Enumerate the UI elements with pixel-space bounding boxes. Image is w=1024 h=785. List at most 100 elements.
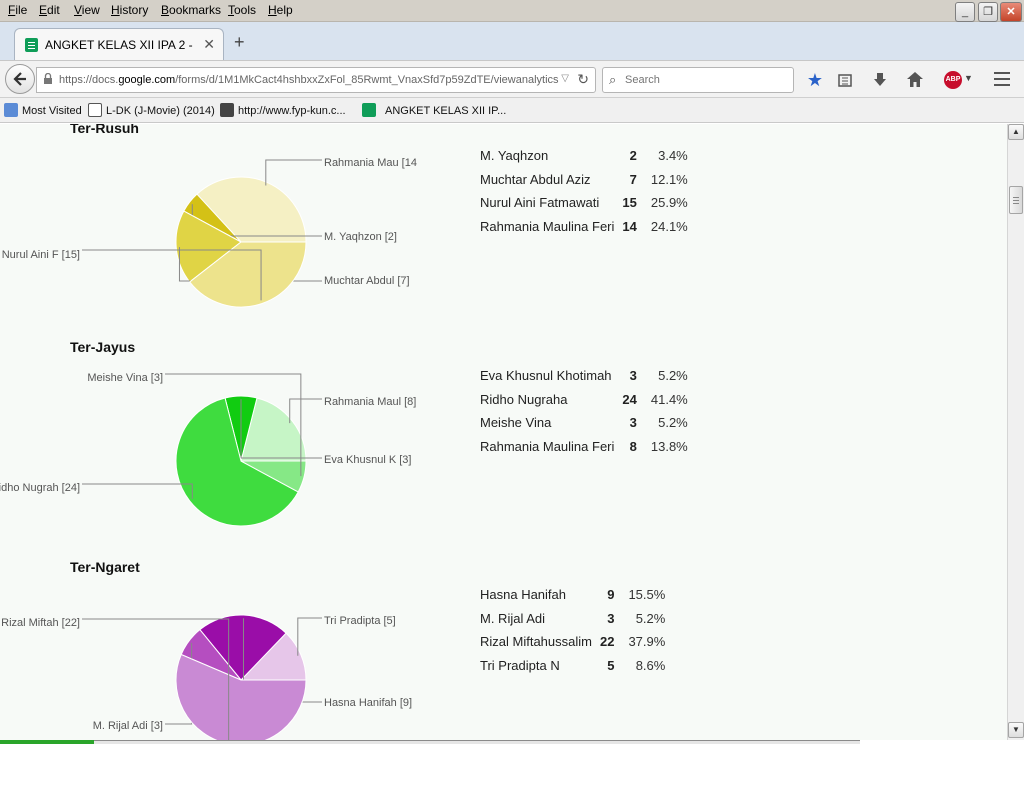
cell-count: 2 — [629, 148, 637, 164]
cell-pct: 12.1% — [650, 171, 688, 187]
restore-button[interactable]: ❐ — [978, 2, 998, 22]
tab-strip: ANGKET KELAS XII IPA 2 - Go... ✕ + — [0, 22, 1024, 60]
cell-count: 9 — [607, 587, 615, 603]
cell-name: Ridho Nugraha — [480, 391, 568, 407]
cell-name: Tri Pradipta N — [480, 657, 560, 673]
pie-chart-ter-jayus: Rahmania Maul [8] Eva Khusnul K [3] Ridho … — [0, 372, 416, 527]
cell-count: 24 — [622, 391, 637, 407]
search-bar[interactable]: ⌕ — [602, 67, 794, 93]
lock-icon — [44, 73, 52, 84]
navigation-bar: https://docs.google.com/forms/d/1M1MkCac… — [0, 60, 1024, 98]
vertical-scrollbar[interactable]: ▲ ▼ — [1007, 124, 1024, 740]
table-row: Eva Khusnul Khotimah 3 5.2% — [480, 364, 688, 388]
cell-pct: 5.2% — [658, 368, 688, 384]
bookmarks-bar: Most Visited L-DK (J-Movie) (2014) http:… — [0, 98, 1024, 123]
menu-help[interactable]: Help — [268, 3, 293, 17]
pie-slice-label: Hasna Hanifah [9] — [324, 697, 412, 709]
bookmark-ldk[interactable]: L-DK (J-Movie) (2014) — [88, 103, 215, 117]
menu-edit[interactable]: Edit — [39, 3, 60, 17]
table-row: Rahmania Maulina Feri 8 13.8% — [480, 435, 688, 459]
cell-pct: 3.4% — [658, 148, 688, 164]
scrollbar-thumb[interactable] — [1009, 186, 1023, 214]
cell-count: 15 — [622, 195, 637, 211]
reload-icon[interactable]: ↻ — [577, 71, 589, 88]
pie-slice-label: Rahmania Maul [8] — [324, 396, 416, 408]
response-table-ter-ngaret: Hasna Hanifah 9 15.5% M. Rijal Adi 3 5.2% Riza… — [480, 583, 665, 677]
most-visited-icon — [4, 103, 18, 117]
bookmark-fyp-kun[interactable]: http://www.fyp-kun.c... — [220, 103, 346, 117]
chevron-down-icon[interactable]: ▼ — [964, 73, 973, 83]
home-icon[interactable] — [904, 69, 926, 91]
url-dropdown-icon[interactable]: ▽ — [561, 73, 569, 84]
pie-chart-ter-ngaret: Tri Pradipta [5] Hasna Hanifah [9] M. Rija… — [1, 614, 412, 740]
section-title-ter-jayus: Ter-Jayus — [70, 339, 136, 355]
menu-file[interactable]: File — [8, 3, 27, 17]
cell-pct: 13.8% — [650, 438, 688, 454]
bookmark-most-visited[interactable]: Most Visited — [4, 103, 82, 117]
close-tab-icon[interactable]: ✕ — [203, 36, 215, 53]
table-row: Rizal Miftahussalim 22 37.9% — [480, 630, 665, 654]
cell-name: Rizal Miftahussalim — [480, 634, 592, 650]
section-title-ter-rusuh: Ter-Rusuh — [70, 124, 139, 136]
cell-count: 22 — [599, 634, 615, 650]
download-icon[interactable] — [869, 69, 891, 91]
cell-name: Hasna Hanifah — [480, 587, 566, 603]
new-tab-button[interactable]: + — [234, 32, 245, 53]
section-title-ter-ngaret: Ter-Ngaret — [70, 559, 140, 575]
cell-count: 14 — [622, 218, 637, 234]
search-input[interactable] — [625, 72, 785, 88]
cell-count: 7 — [629, 171, 637, 187]
bookmark-angket[interactable]: ANGKET KELAS XII IP... — [362, 103, 506, 117]
pie-chart-ter-rusuh: Rahmania Mau [14 M. Yaqhzon [2] Muchtar Ab… — [2, 157, 417, 308]
menu-bookmarks[interactable]: Bookmarks — [161, 3, 221, 17]
close-window-button[interactable]: ✕ — [1000, 2, 1022, 22]
back-button[interactable] — [5, 64, 35, 94]
url-text: https://docs.google.com/forms/d/1M1MkCac… — [59, 74, 559, 86]
cell-pct: 15.5% — [628, 587, 666, 603]
pie-slice-label: Rahmania Mau [14 — [324, 157, 417, 169]
pie-slice-label: Nurul Aini F [15] — [2, 249, 80, 261]
tab-angket[interactable]: ANGKET KELAS XII IPA 2 - Go... ✕ — [14, 28, 224, 60]
table-row: M. Rijal Adi 3 5.2% — [480, 607, 665, 631]
cell-name: Rahmania Maulina Feri — [480, 438, 615, 454]
bookmark-star-icon[interactable]: ★ — [804, 69, 826, 91]
leader-line — [289, 398, 322, 424]
cell-pct: 24.1% — [650, 218, 688, 234]
reading-list-icon[interactable] — [834, 69, 856, 91]
table-row: Muchtar Abdul Aziz 7 12.1% — [480, 168, 688, 192]
response-table-ter-jayus: Eva Khusnul Khotimah 3 5.2% Ridho Nugraha 24… — [480, 364, 688, 458]
cell-count: 5 — [607, 657, 615, 673]
table-row: Rahmania Maulina Feri 14 24.1% — [480, 215, 688, 239]
table-row: M. Yaqhzon 2 3.4% — [480, 144, 688, 168]
menu-history[interactable]: History — [111, 3, 148, 17]
menu-bar: File Edit View History Bookmarks Tools H… — [0, 0, 1024, 22]
bottom-area — [0, 744, 1024, 785]
cell-pct: 5.2% — [658, 415, 688, 431]
table-row: Hasna Hanifah 9 15.5% — [480, 583, 665, 607]
menu-icon[interactable] — [994, 72, 1010, 86]
menu-tools[interactable]: Tools — [228, 3, 256, 17]
cell-pct: 8.6% — [635, 657, 666, 673]
minimize-button[interactable]: _ — [955, 2, 975, 22]
cell-pct: 5.2% — [635, 610, 666, 626]
scroll-up-button[interactable]: ▲ — [1008, 124, 1024, 140]
pie-slice-label: Rizal Miftah [22] — [1, 617, 80, 629]
cell-count: 3 — [607, 610, 615, 626]
pie-slice-label: Meishe Vina [3] — [87, 372, 163, 384]
cell-name: Muchtar Abdul Aziz — [480, 171, 591, 187]
cell-count: 3 — [629, 368, 637, 384]
url-bar[interactable]: https://docs.google.com/forms/d/1M1MkCac… — [36, 67, 596, 93]
response-table-ter-rusuh: M. Yaqhzon 2 3.4% Muchtar Abdul Aziz 7 12.1% N… — [480, 144, 688, 238]
pie-slice-label: Tri Pradipta [5] — [324, 615, 396, 627]
leader-line — [297, 617, 322, 656]
scroll-down-button[interactable]: ▼ — [1008, 722, 1024, 738]
google-forms-icon — [362, 103, 376, 117]
table-row: Tri Pradipta N 5 8.6% — [480, 654, 665, 678]
cell-pct: 41.4% — [650, 391, 688, 407]
cell-name: Meishe Vina — [480, 415, 552, 431]
adblock-plus-icon[interactable]: ABP — [944, 71, 962, 89]
table-row: Meishe Vina 3 5.2% — [480, 411, 688, 435]
menu-view[interactable]: View — [74, 3, 100, 17]
avatar-icon — [220, 103, 234, 117]
cell-name: M. Rijal Adi — [480, 610, 546, 626]
